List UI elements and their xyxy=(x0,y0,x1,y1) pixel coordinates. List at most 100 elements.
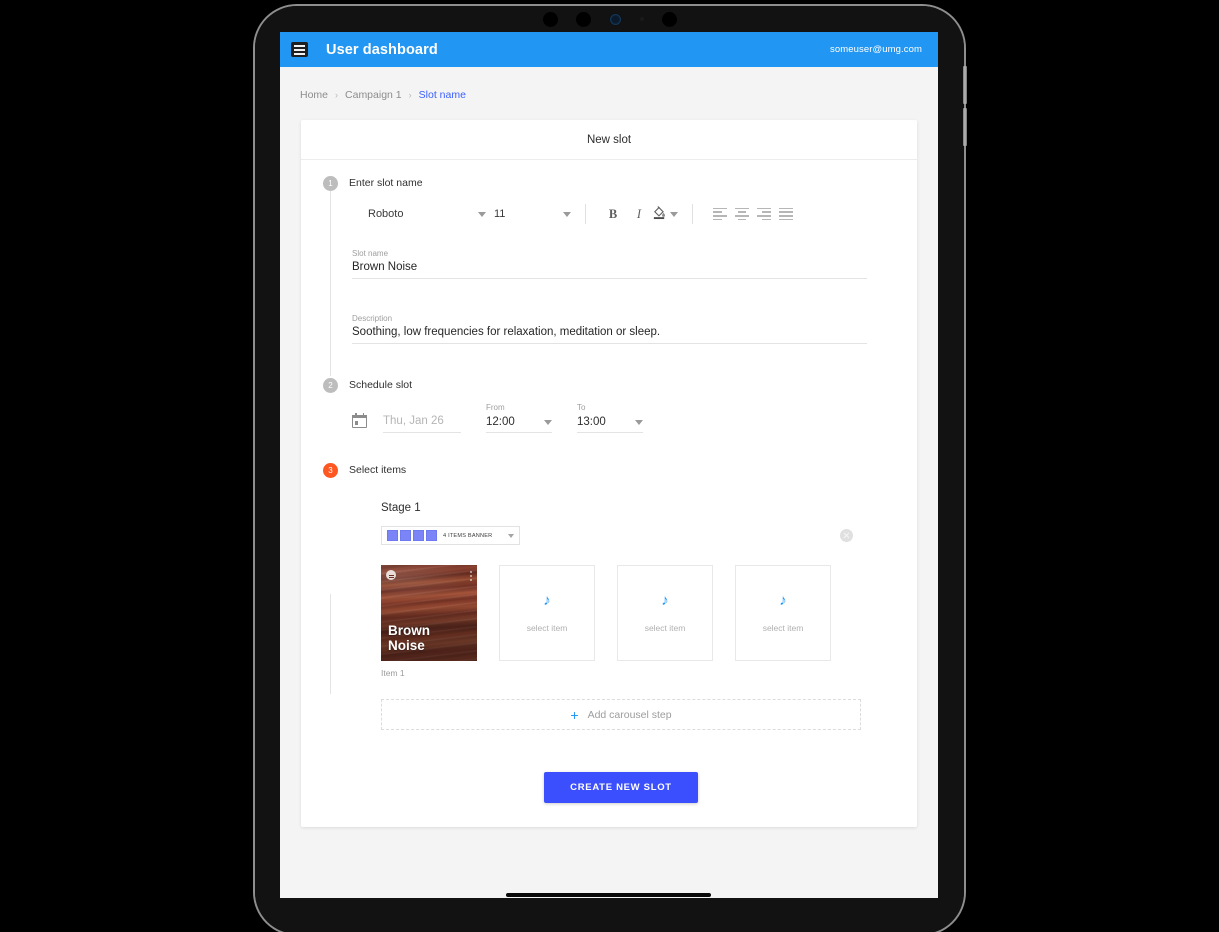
more-vert-icon[interactable] xyxy=(470,571,472,581)
volume-down-button[interactable] xyxy=(963,108,967,146)
stage-header-row: 4 ITEMS BANNER xyxy=(381,526,861,545)
step-1-bullet: 1 xyxy=(323,176,338,191)
slot-name-field[interactable]: Slot name Brown Noise xyxy=(352,237,867,279)
toolbar-divider-1 xyxy=(585,204,586,224)
select-item-label-3: select item xyxy=(644,623,686,633)
new-slot-card: New slot 1 Enter slot name Roboto 11 B I… xyxy=(301,120,917,827)
chevron-down-icon-from xyxy=(544,419,552,425)
add-carousel-step-label: Add carousel step xyxy=(587,708,672,721)
to-time-value: 13:00 xyxy=(577,416,606,428)
hamburger-menu-icon[interactable] xyxy=(291,42,308,57)
schedule-row: Thu, Jan 26 From 12:00 To 13:00 xyxy=(352,393,917,433)
calendar-icon[interactable] xyxy=(352,413,367,428)
banner-squares-icon xyxy=(387,530,437,541)
select-item-card-3[interactable]: ♪ select item xyxy=(617,565,713,661)
from-label: From xyxy=(486,403,505,412)
create-new-slot-button[interactable]: CREATE NEW SLOT xyxy=(544,772,698,803)
step-connector-1 xyxy=(330,184,331,376)
align-right-icon[interactable] xyxy=(757,207,771,221)
date-input[interactable]: Thu, Jan 26 xyxy=(383,415,461,433)
stage-section: Stage 1 4 ITEMS BANNER Brown Noise Item … xyxy=(301,478,917,803)
user-email[interactable]: someuser@umg.com xyxy=(830,44,922,55)
home-indicator xyxy=(506,893,711,897)
align-justify-icon[interactable] xyxy=(779,207,793,221)
toolbar-divider-2 xyxy=(692,204,693,224)
artwork-title-line-2: Noise xyxy=(388,637,425,653)
step-2[interactable]: 2 Schedule slot xyxy=(301,378,917,694)
description-input[interactable]: Soothing, low frequencies for relaxation… xyxy=(352,326,867,344)
banner-type-select[interactable]: 4 ITEMS BANNER xyxy=(381,526,520,545)
speaker-dot xyxy=(575,11,591,27)
mic-dot xyxy=(639,17,644,21)
app-bar: User dashboard someuser@umg.com xyxy=(280,32,938,67)
italic-button[interactable]: I xyxy=(626,202,652,226)
select-item-card-4[interactable]: ♪ select item xyxy=(735,565,831,661)
item-slot-2[interactable]: ♪ select item xyxy=(499,565,595,678)
volume-up-button[interactable] xyxy=(963,66,967,104)
more-badge-icon[interactable] xyxy=(386,570,396,580)
music-note-icon-2: ♪ xyxy=(661,592,669,609)
align-center-icon[interactable] xyxy=(735,207,749,221)
align-left-icon[interactable] xyxy=(713,207,727,221)
device-screen: User dashboard someuser@umg.com Home › C… xyxy=(280,32,938,898)
step-2-body: Thu, Jan 26 From 12:00 To 13:00 xyxy=(301,393,917,433)
slot-name-input[interactable]: Brown Noise xyxy=(352,261,867,279)
text-editor-toolbar: Roboto 11 B I xyxy=(352,191,917,237)
alignment-group xyxy=(713,207,793,221)
chevron-down-icon-banner xyxy=(508,533,514,538)
to-time-select[interactable]: 13:00 xyxy=(577,416,643,433)
items-row: Brown Noise Item 1 ♪ select item ♪ selec… xyxy=(381,565,861,678)
font-size-value: 11 xyxy=(494,208,506,220)
chevron-down-icon-3 xyxy=(670,211,678,217)
to-time-field[interactable]: To 13:00 xyxy=(577,403,643,433)
add-carousel-step-button[interactable]: + Add carousel step xyxy=(381,699,861,730)
page-title: User dashboard xyxy=(326,41,438,58)
banner-type-value: 4 ITEMS BANNER xyxy=(443,532,493,539)
breadcrumb-item-home[interactable]: Home xyxy=(300,89,328,101)
to-label: To xyxy=(577,403,586,412)
item-artwork[interactable]: Brown Noise xyxy=(381,565,477,661)
artwork-title: Brown Noise xyxy=(388,624,430,653)
description-label: Description xyxy=(352,314,393,323)
breadcrumb-item-campaign[interactable]: Campaign 1 xyxy=(345,89,402,101)
item-caption: Item 1 xyxy=(381,668,405,678)
stage-title: Stage 1 xyxy=(381,502,421,514)
music-note-icon-3: ♪ xyxy=(779,592,787,609)
camera-sensor-row xyxy=(253,4,966,34)
close-circle-icon[interactable] xyxy=(840,529,853,542)
breadcrumb-separator-2: › xyxy=(408,90,412,100)
chevron-down-icon xyxy=(478,211,486,217)
chevron-down-icon-to xyxy=(635,419,643,425)
select-item-card-2[interactable]: ♪ select item xyxy=(499,565,595,661)
step-2-bullet: 2 xyxy=(323,378,338,393)
item-slot-3[interactable]: ♪ select item xyxy=(617,565,713,678)
item-slot-4[interactable]: ♪ select item xyxy=(735,565,831,678)
from-time-select[interactable]: 12:00 xyxy=(486,416,552,433)
fill-color-button[interactable] xyxy=(652,202,678,226)
screenshot-root: User dashboard someuser@umg.com Home › C… xyxy=(0,0,1219,932)
font-size-select[interactable]: 11 xyxy=(494,208,571,220)
card-title: New slot xyxy=(301,120,917,160)
item-slot-1[interactable]: Brown Noise Item 1 xyxy=(381,565,477,678)
plus-icon: + xyxy=(570,706,579,723)
step-3-bullet: 3 xyxy=(323,463,338,478)
chevron-down-icon-2 xyxy=(563,211,571,217)
font-family-select[interactable]: Roboto xyxy=(368,208,486,220)
step-3[interactable]: 3 Select items xyxy=(301,463,917,478)
sensor-dot-2 xyxy=(661,11,677,27)
sensor-dot xyxy=(542,11,558,27)
artwork-title-line-1: Brown xyxy=(388,623,430,639)
bold-button[interactable]: B xyxy=(600,202,626,226)
slot-name-label: Slot name xyxy=(352,249,389,258)
step-2-label: Schedule slot xyxy=(349,379,413,391)
breadcrumb-item-slot[interactable]: Slot name xyxy=(419,89,466,101)
from-time-field[interactable]: From 12:00 xyxy=(486,403,552,433)
description-field[interactable]: Description Soothing, low frequencies fo… xyxy=(352,279,867,344)
step-1-body: Roboto 11 B I Slot name Brown Noise Desc… xyxy=(301,191,917,344)
fill-color-icon xyxy=(652,204,667,225)
breadcrumb: Home › Campaign 1 › Slot name xyxy=(280,67,938,101)
select-item-label-2: select item xyxy=(526,623,568,633)
step-1[interactable]: 1 Enter slot name xyxy=(301,176,917,191)
slot-stepper: 1 Enter slot name Roboto 11 B I Slot nam… xyxy=(301,160,917,803)
step-3-label: Select items xyxy=(349,464,407,476)
